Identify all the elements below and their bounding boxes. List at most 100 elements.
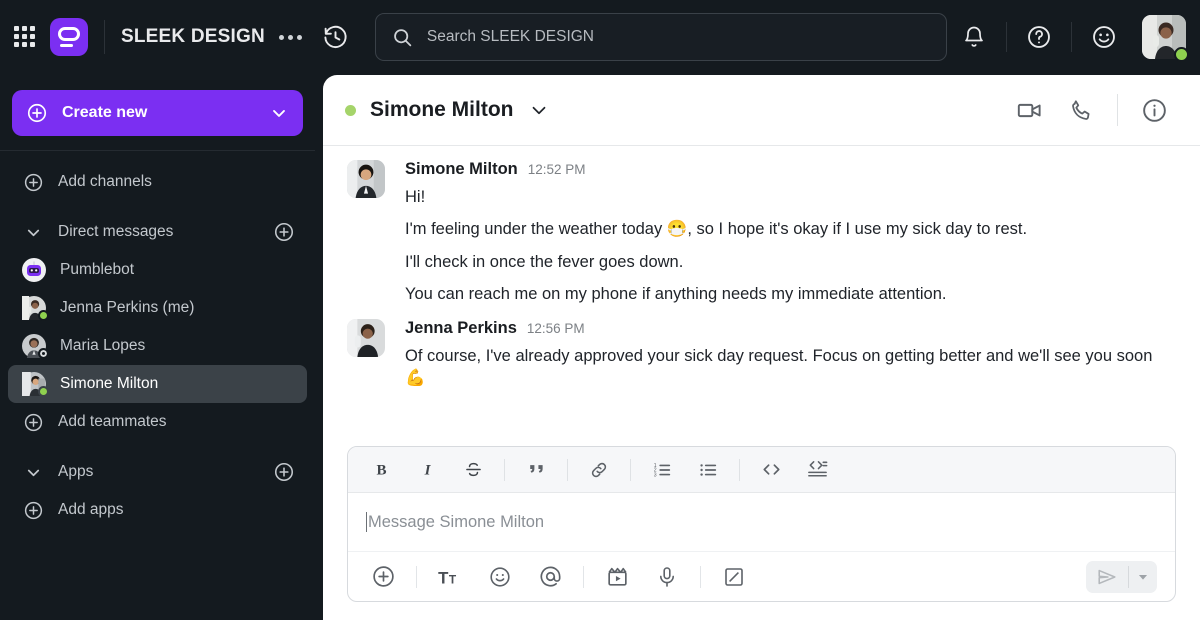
pumble-logo-icon[interactable] [50, 18, 88, 56]
topbar-divider [104, 20, 105, 54]
search-input[interactable] [426, 28, 930, 46]
topbar-divider [1006, 22, 1007, 52]
create-new-button[interactable]: Create new [12, 90, 303, 136]
message-timestamp: 12:52 PM [527, 162, 586, 177]
sidebar-item-jenna-perkins[interactable]: Jenna Perkins (me) [8, 289, 307, 327]
toolbar-divider [700, 565, 701, 588]
message-body: Simone Milton 12:52 PM Hi! I'm feeling u… [405, 160, 1176, 305]
sidebar-item-simone-milton[interactable]: Simone Milton [8, 365, 307, 403]
toolbar-divider [504, 458, 505, 481]
topbar-actions [948, 15, 1200, 62]
simone-milton-avatar[interactable] [347, 160, 385, 305]
bold-icon[interactable]: B [364, 455, 398, 485]
info-circle-icon[interactable] [1135, 91, 1173, 129]
svg-text:T: T [449, 572, 457, 586]
phone-icon[interactable] [1062, 91, 1100, 129]
user-avatar[interactable] [1142, 15, 1189, 62]
status-badge [1174, 47, 1189, 62]
video-camera-icon[interactable] [1010, 91, 1048, 129]
toolbar-divider [567, 458, 568, 481]
sidebar-divider [0, 150, 315, 151]
message-text: Of course, I've already approved your si… [405, 347, 1153, 388]
chevron-down-icon [269, 103, 289, 123]
send-button-group [1086, 560, 1157, 593]
sidebar-item-label: Add apps [58, 501, 124, 518]
status-badge [38, 310, 49, 321]
code-block-icon[interactable] [800, 455, 834, 485]
mention-icon[interactable] [533, 561, 567, 593]
chevron-down-icon [22, 463, 44, 482]
sidebar-item-maria-lopes[interactable]: Maria Lopes [8, 327, 307, 365]
chevron-down-icon[interactable] [528, 99, 550, 121]
toolbar-divider [416, 565, 417, 588]
message-text: I'll check in once the fever goes down. [405, 252, 684, 271]
jenna-perkins-avatar [22, 296, 49, 321]
smiley-face-icon[interactable] [1087, 20, 1121, 54]
sidebar-section-apps[interactable]: Apps [8, 453, 307, 491]
plus-circle-icon [22, 172, 44, 193]
sidebar-section-label: Apps [58, 463, 94, 480]
conversation-title[interactable]: Simone Milton [370, 98, 514, 122]
chat-header: Simone Milton [323, 75, 1200, 146]
text-caret [366, 512, 367, 532]
sidebar-item-label: Pumblebot [60, 261, 135, 278]
message-author[interactable]: Simone Milton [405, 160, 518, 179]
chat-panel: Simone Milton Simone Milton 12:52 PM Hi!… [323, 75, 1200, 620]
message-item: Simone Milton 12:52 PM Hi! I'm feeling u… [347, 154, 1176, 305]
sidebar-group-apps: Apps Add apps [0, 453, 315, 529]
whiteboard-icon[interactable] [717, 561, 751, 593]
create-new-label: Create new [62, 104, 148, 121]
plus-circle-icon [22, 412, 44, 433]
sidebar-section-direct-messages[interactable]: Direct messages [8, 213, 307, 251]
workspace-title[interactable]: SLEEK DESIGN [121, 26, 265, 48]
italic-icon[interactable]: I [410, 455, 444, 485]
pumble-app-window: SLEEK DESIGN Search SLEEK DESIGN Create … [0, 0, 1200, 620]
sidebar-item-pumblebot[interactable]: Pumblebot [8, 251, 307, 289]
message-text: Hi! [405, 188, 426, 206]
message-body: Jenna Perkins 12:56 PM Of course, I've a… [405, 319, 1176, 390]
microphone-icon[interactable] [650, 561, 684, 593]
grid-apps-icon[interactable] [14, 26, 36, 48]
sidebar-group-dms: Direct messages Pumblebot Jenna Perkins … [0, 213, 315, 441]
attach-plus-icon[interactable] [366, 561, 400, 593]
maria-lopes-avatar [22, 334, 49, 359]
emoji-icon[interactable] [483, 561, 517, 593]
strikethrough-icon[interactable] [456, 455, 490, 485]
ordered-list-icon[interactable]: 1 2 3 [645, 455, 679, 485]
message-author[interactable]: Jenna Perkins [405, 319, 517, 338]
bullet-list-icon[interactable] [691, 455, 725, 485]
pumblebot-avatar [22, 258, 46, 282]
message-header: Simone Milton 12:52 PM [405, 160, 1176, 179]
sidebar-item-add-channels[interactable]: Add channels [8, 163, 307, 201]
sidebar-item-label: Jenna Perkins (me) [60, 299, 195, 316]
sidebar-item-add-teammates[interactable]: Add teammates [8, 403, 307, 441]
link-icon[interactable] [582, 455, 616, 485]
history-clock-icon[interactable] [322, 24, 349, 51]
send-plane-icon[interactable] [1086, 561, 1128, 593]
text-format-icon[interactable]: T T [433, 561, 467, 593]
search-box[interactable] [374, 13, 947, 61]
status-badge [38, 348, 49, 359]
add-direct-message-icon[interactable] [273, 221, 295, 243]
video-clip-icon[interactable] [600, 561, 634, 593]
toolbar-divider [739, 458, 740, 481]
plus-circle-icon [26, 102, 48, 124]
sidebar-item-label: Maria Lopes [60, 337, 146, 354]
sidebar-item-add-apps[interactable]: Add apps [8, 491, 307, 529]
jenna-perkins-avatar[interactable] [347, 319, 385, 390]
sidebar-group-channels: Add channels [0, 163, 315, 201]
chevron-down-icon [22, 223, 44, 242]
blockquote-icon[interactable] [519, 455, 553, 485]
chevron-down-icon[interactable] [1129, 561, 1157, 593]
message-input[interactable]: Message Simone Milton [348, 493, 1175, 551]
question-circle-icon[interactable] [1022, 20, 1056, 54]
bell-icon[interactable] [957, 20, 991, 54]
message-header: Jenna Perkins 12:56 PM [405, 319, 1176, 338]
sidebar-item-label: Add teammates [58, 413, 167, 430]
sidebar: Create new Add channels Direct messages … [0, 74, 315, 620]
more-horizontal-icon[interactable] [277, 29, 304, 46]
sidebar-item-label: Add channels [58, 173, 152, 190]
add-app-icon[interactable] [273, 461, 295, 483]
inline-code-icon[interactable] [754, 455, 788, 485]
message-timestamp: 12:56 PM [526, 321, 585, 337]
